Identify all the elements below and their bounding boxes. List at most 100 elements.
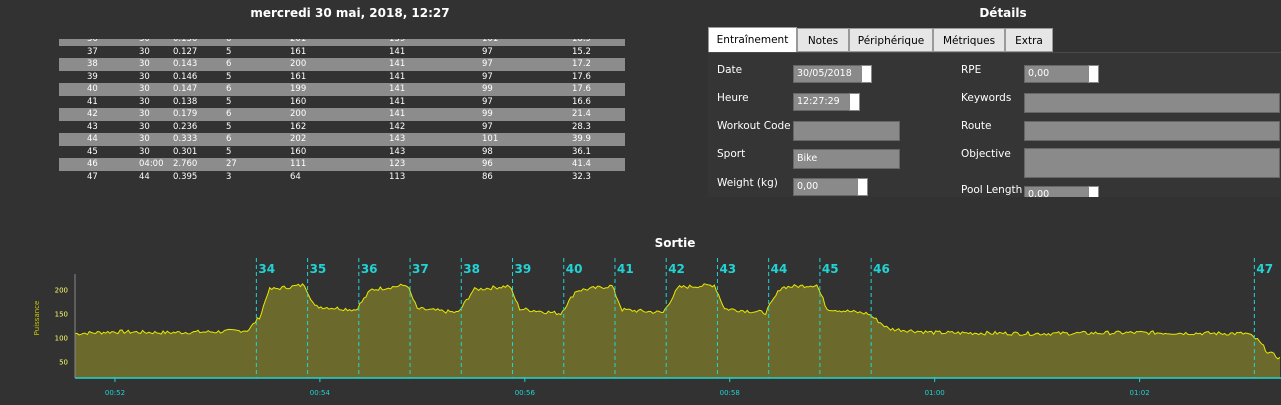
- table-cell: 200: [290, 59, 307, 69]
- lap-marker-label: 38: [463, 262, 480, 276]
- table-cell: 36.1: [572, 146, 591, 157]
- weight-field[interactable]: 0,00: [793, 178, 859, 196]
- sport-field[interactable]: Bike: [793, 149, 900, 169]
- table-cell: 30: [139, 109, 150, 119]
- table-cell: 15.2: [572, 46, 591, 57]
- table-cell: 141: [389, 71, 406, 82]
- table-row[interactable]: 40 30 0.147 6 199 141 99 17.6: [59, 83, 625, 96]
- table-cell: 42: [87, 109, 98, 119]
- table-row[interactable]: 45 30 0.301 5 160 143 98 36.1: [59, 146, 625, 159]
- pool-length-spin-button[interactable]: [1088, 186, 1099, 197]
- table-cell: 143: [389, 134, 406, 144]
- table-cell: 98: [482, 146, 493, 157]
- objective-field[interactable]: [1024, 148, 1280, 178]
- table-row[interactable]: 43 30 0.236 5 162 142 97 28.3: [59, 121, 625, 134]
- table-cell: 199: [290, 84, 307, 94]
- tab-entrainement[interactable]: Entraînement: [708, 27, 797, 53]
- lap-marker-label: 39: [515, 262, 532, 276]
- workout-code-field[interactable]: [793, 121, 900, 141]
- chart-title: Sortie: [654, 236, 696, 250]
- table-cell: 6: [226, 109, 232, 119]
- y-tick-label: 200: [55, 287, 68, 295]
- route-field[interactable]: [1024, 121, 1280, 141]
- table-cell: 5: [226, 71, 232, 82]
- date-field[interactable]: 30/05/2018: [793, 65, 863, 83]
- keywords-label: Keywords: [961, 92, 1012, 104]
- lap-marker-label: 37: [412, 262, 429, 276]
- table-cell: 17.6: [572, 84, 591, 94]
- table-cell: 30: [139, 121, 150, 132]
- table-cell: 30: [139, 71, 150, 82]
- x-tick-label: 00:58: [720, 389, 740, 397]
- date-label: Date: [717, 64, 743, 76]
- table-cell: 3: [226, 171, 232, 182]
- table-cell: 202: [290, 134, 307, 144]
- table-cell: 0.333: [173, 134, 198, 144]
- keywords-field[interactable]: [1024, 93, 1280, 113]
- table-row[interactable]: 39 30 0.146 5 161 141 97 17.6: [59, 71, 625, 84]
- table-cell: 123: [389, 159, 406, 169]
- ride-date-title: mercredi 30 mai, 2018, 12:27: [250, 6, 450, 20]
- table-row[interactable]: 42 30 0.179 6 200 141 99 21.4: [59, 108, 625, 121]
- lap-marker-label: 40: [566, 262, 583, 276]
- table-cell: 17.2: [572, 59, 591, 69]
- table-cell: 0.301: [173, 146, 198, 157]
- table-cell: 0.179: [173, 109, 198, 119]
- weight-spin-button[interactable]: [857, 178, 868, 196]
- table-row[interactable]: 37 30 0.127 5 161 141 97 15.2: [59, 46, 625, 59]
- table-cell: 0.147: [173, 84, 198, 94]
- tab-metriques[interactable]: Métriques: [933, 28, 1005, 52]
- table-cell: 6: [226, 84, 232, 94]
- table-cell: 5: [226, 46, 232, 57]
- table-cell: 113: [389, 171, 406, 182]
- table-cell: 141: [389, 109, 406, 119]
- details-title: Détails: [979, 6, 1027, 20]
- table-cell: 37: [87, 46, 98, 57]
- table-cell: 64: [290, 171, 301, 182]
- rpe-label: RPE: [961, 64, 982, 76]
- workout-code-label: Workout Code: [717, 120, 791, 132]
- rpe-spin-button[interactable]: [1088, 65, 1099, 83]
- power-area: [75, 283, 1280, 378]
- table-cell: 04:00: [139, 159, 164, 169]
- lap-marker-label: 43: [719, 262, 736, 276]
- table-row[interactable]: 41 30 0.138 5 160 141 97 16.6: [59, 96, 625, 109]
- table-cell: 38: [87, 59, 98, 69]
- lap-marker-label: 46: [873, 262, 890, 276]
- pool-length-label: Pool Length: [961, 184, 1023, 196]
- table-cell: 5: [226, 121, 232, 132]
- rpe-field[interactable]: 0,00: [1024, 65, 1090, 83]
- pool-length-field[interactable]: 0,00: [1024, 186, 1090, 197]
- table-row[interactable]: 46 04:00 2.760 27 111 123 96 41.4: [59, 158, 625, 171]
- table-row[interactable]: 44 30 0.333 6 202 143 101 39.9: [59, 133, 625, 146]
- table-cell: 39: [87, 71, 98, 82]
- table-cell: 5: [226, 96, 232, 107]
- heure-field[interactable]: 12:27:29: [793, 93, 851, 111]
- route-label: Route: [961, 120, 992, 132]
- date-spin-button[interactable]: [861, 65, 872, 83]
- table-cell: 99: [482, 84, 493, 94]
- table-cell: 47: [87, 171, 98, 182]
- table-cell: 46: [87, 159, 98, 169]
- table-cell: 86: [482, 171, 493, 182]
- table-cell: 30: [139, 146, 150, 157]
- details-panel: Entraînement Notes Périphérique Métrique…: [708, 27, 1281, 197]
- table-row[interactable]: 47 44 0.395 3 64 113 86 32.3: [59, 171, 625, 184]
- tab-extra[interactable]: Extra: [1005, 28, 1053, 52]
- table-cell: 141: [389, 96, 406, 107]
- table-cell: 99: [482, 109, 493, 119]
- tab-notes[interactable]: Notes: [797, 28, 849, 52]
- heure-label: Heure: [717, 92, 749, 104]
- table-cell: 2.760: [173, 159, 198, 169]
- table-cell: 0.143: [173, 59, 198, 69]
- y-tick-label: 50: [59, 358, 68, 366]
- table-cell: 0.395: [173, 171, 198, 182]
- heure-spin-button[interactable]: [849, 93, 860, 111]
- table-cell: 30: [139, 46, 150, 57]
- table-cell: 30: [139, 134, 150, 144]
- table-cell: 41: [87, 96, 98, 107]
- table-cell: 5: [226, 146, 232, 157]
- table-row[interactable]: 38 30 0.143 6 200 141 97 17.2: [59, 58, 625, 71]
- power-chart[interactable]: 34 35 36 37 38 39 40 41 42 43 44 45 46 47 50 100 150 200 P…: [0, 252, 1281, 405]
- tab-peripherique[interactable]: Périphérique: [849, 28, 933, 52]
